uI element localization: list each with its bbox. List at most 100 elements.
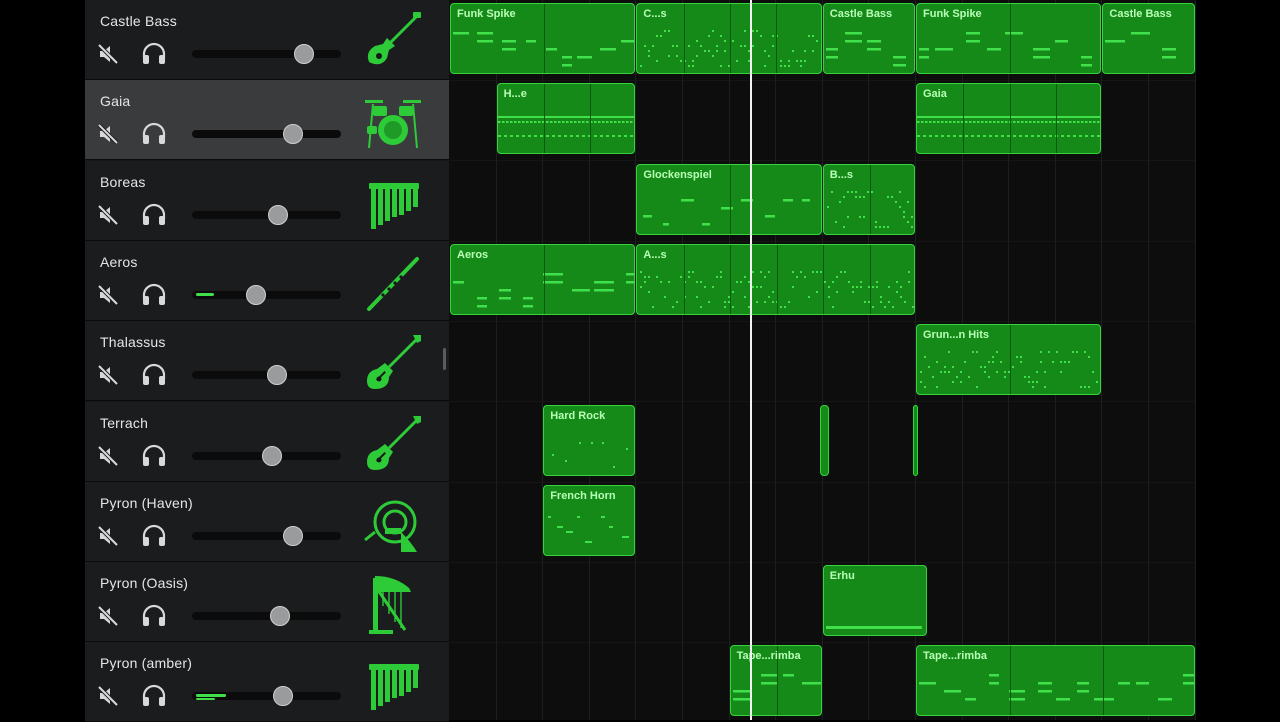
track-name: Gaia bbox=[100, 93, 131, 110]
mute-button[interactable] bbox=[97, 203, 119, 227]
solo-button[interactable] bbox=[141, 203, 167, 227]
mute-button[interactable] bbox=[97, 444, 119, 468]
track-header[interactable]: Terrach bbox=[85, 401, 449, 482]
mute-button[interactable] bbox=[97, 283, 119, 307]
track-header[interactable]: Pyron (amber) bbox=[85, 642, 449, 722]
bar-gridline bbox=[1101, 0, 1103, 720]
headphones-icon bbox=[141, 524, 167, 552]
solo-button[interactable] bbox=[141, 604, 167, 628]
mute-button[interactable] bbox=[97, 42, 119, 66]
volume-slider-thumb[interactable] bbox=[272, 686, 293, 707]
region-label: Gaia bbox=[923, 88, 947, 101]
track-name: Castle Bass bbox=[100, 13, 177, 29]
track-header[interactable]: Castle Bass bbox=[85, 0, 449, 80]
volume-slider[interactable] bbox=[192, 44, 341, 64]
music-region[interactable]: Tape...rimba bbox=[729, 645, 822, 717]
solo-button[interactable] bbox=[141, 42, 167, 66]
music-region[interactable]: Funk Spike bbox=[916, 3, 1102, 74]
volume-slider[interactable] bbox=[192, 525, 341, 546]
music-region[interactable]: C...s bbox=[636, 3, 822, 74]
timeline-grid[interactable]: Funk Spike C...s Castle Bass Funk Spike Cast… bbox=[449, 0, 1196, 720]
music-region[interactable]: Hard Rock bbox=[543, 404, 636, 476]
music-region[interactable]: Gaia bbox=[916, 83, 1102, 155]
solo-button[interactable] bbox=[141, 363, 167, 387]
volume-slider-thumb[interactable] bbox=[293, 44, 314, 64]
loop-divider bbox=[543, 244, 545, 314]
letterbox-right bbox=[1196, 0, 1280, 720]
french-horn-icon[interactable] bbox=[361, 492, 425, 556]
pan-flute-icon[interactable] bbox=[361, 652, 425, 716]
volume-slider[interactable] bbox=[192, 284, 341, 305]
pan-flute-icon[interactable] bbox=[361, 171, 425, 235]
music-region[interactable]: B...s bbox=[822, 163, 915, 235]
volume-slider[interactable] bbox=[192, 204, 341, 225]
region-label: Erhu bbox=[829, 570, 855, 583]
loop-divider bbox=[776, 4, 778, 73]
level-meter bbox=[196, 698, 216, 701]
loop-divider bbox=[683, 4, 685, 73]
music-region[interactable]: Tape...rimba bbox=[916, 645, 1195, 717]
volume-slider-thumb[interactable] bbox=[266, 365, 287, 386]
solo-button[interactable] bbox=[141, 283, 167, 307]
music-region[interactable]: Erhu bbox=[822, 565, 927, 637]
region-label: French Horn bbox=[550, 489, 616, 502]
music-region[interactable]: Castle Bass bbox=[822, 3, 915, 74]
mute-button[interactable] bbox=[97, 524, 119, 548]
volume-slider-thumb[interactable] bbox=[269, 606, 290, 627]
solo-button[interactable] bbox=[141, 444, 167, 468]
music-region[interactable]: Aeros bbox=[450, 243, 636, 315]
mute-button[interactable] bbox=[97, 604, 119, 628]
headphones-icon bbox=[141, 42, 167, 70]
music-region[interactable]: Funk Spike bbox=[450, 3, 636, 74]
headphones-icon bbox=[141, 364, 167, 391]
track-name: Thalassus bbox=[100, 334, 166, 351]
music-region[interactable]: A...s bbox=[636, 243, 915, 315]
headphones-icon bbox=[141, 283, 167, 311]
track-header[interactable]: Thalassus bbox=[85, 321, 449, 402]
harp-icon[interactable] bbox=[361, 572, 425, 636]
headphones-icon bbox=[141, 203, 167, 231]
volume-slider[interactable] bbox=[192, 365, 341, 386]
music-region[interactable]: French Horn bbox=[543, 484, 636, 556]
bar-gridline bbox=[728, 0, 730, 720]
volume-slider[interactable] bbox=[192, 445, 341, 466]
loop-divider bbox=[730, 4, 732, 73]
playhead[interactable] bbox=[750, 0, 752, 720]
volume-slider-thumb[interactable] bbox=[268, 204, 289, 225]
music-region[interactable]: H...e bbox=[496, 83, 636, 155]
mute-button[interactable] bbox=[97, 363, 119, 387]
track-name: Pyron (amber) bbox=[100, 655, 193, 672]
volume-slider[interactable] bbox=[192, 124, 341, 145]
electric-guitar-icon[interactable] bbox=[361, 412, 425, 476]
music-region[interactable]: Glockenspiel bbox=[636, 163, 822, 235]
recorder-icon[interactable] bbox=[361, 251, 425, 315]
track-list-scrollbar[interactable] bbox=[443, 348, 446, 370]
loop-divider bbox=[823, 244, 825, 314]
music-region[interactable]: Castle Bass bbox=[1102, 3, 1195, 74]
music-region[interactable]: Grun...n Hits bbox=[916, 324, 1102, 396]
mute-button[interactable] bbox=[97, 122, 119, 146]
track-header[interactable]: Gaia bbox=[85, 80, 449, 161]
track-header[interactable]: Boreas bbox=[85, 160, 449, 241]
volume-slider-thumb[interactable] bbox=[246, 284, 267, 305]
track-header[interactable]: Aeros bbox=[85, 240, 449, 321]
volume-slider-thumb[interactable] bbox=[283, 525, 304, 546]
music-region[interactable] bbox=[912, 404, 919, 476]
volume-slider-thumb[interactable] bbox=[262, 445, 283, 466]
volume-slider-thumb[interactable] bbox=[283, 124, 304, 145]
track-header[interactable]: Pyron (Haven) bbox=[85, 481, 449, 562]
drum-kit-icon[interactable] bbox=[361, 90, 425, 154]
solo-button[interactable] bbox=[141, 684, 167, 708]
solo-button[interactable] bbox=[141, 122, 167, 146]
loop-divider bbox=[1009, 646, 1011, 716]
speaker-muted-icon bbox=[97, 525, 119, 552]
solo-button[interactable] bbox=[141, 524, 167, 548]
bass-guitar-icon[interactable] bbox=[361, 10, 425, 74]
volume-slider[interactable] bbox=[192, 686, 341, 707]
track-name: Pyron (Haven) bbox=[100, 494, 193, 511]
music-region[interactable] bbox=[819, 404, 829, 476]
track-header[interactable]: Pyron (Oasis) bbox=[85, 562, 449, 643]
volume-slider[interactable] bbox=[192, 606, 341, 627]
mute-button[interactable] bbox=[97, 684, 119, 708]
electric-guitar-icon[interactable] bbox=[361, 331, 425, 395]
